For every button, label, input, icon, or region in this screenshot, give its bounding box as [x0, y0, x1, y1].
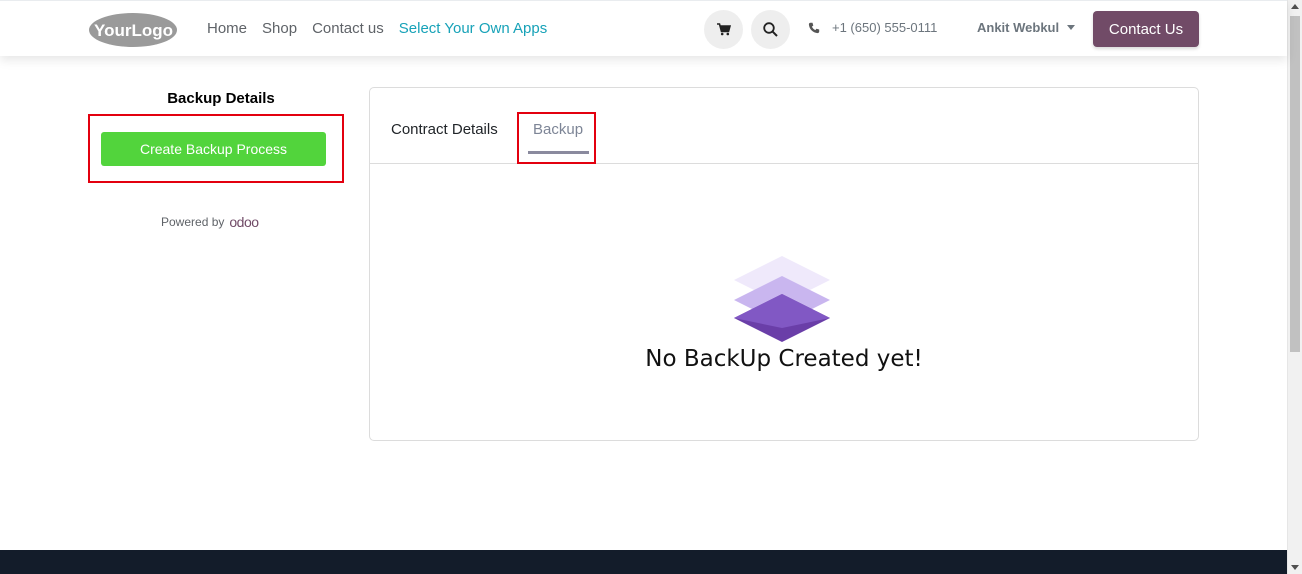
site-header: YourLogo Home Shop Contact us Select You… — [0, 0, 1287, 56]
tab-contract-details[interactable]: Contract Details — [391, 121, 498, 138]
powered-by-label: Powered by — [161, 215, 225, 229]
scrollbar-thumb[interactable] — [1290, 16, 1300, 352]
highlight-box-backup-tab — [517, 112, 596, 164]
user-menu[interactable]: Ankit Webkul — [977, 20, 1076, 35]
nav-select-apps[interactable]: Select Your Own Apps — [399, 19, 547, 39]
nav-contact-us[interactable]: Contact us — [312, 19, 384, 39]
user-name: Ankit Webkul — [977, 20, 1060, 35]
create-backup-button[interactable]: Create Backup Process — [101, 132, 326, 166]
scroll-up-icon[interactable] — [1291, 4, 1299, 9]
nav-home[interactable]: Home — [207, 19, 247, 39]
footer-bar — [0, 550, 1287, 574]
svg-text:YourLogo: YourLogo — [94, 21, 173, 40]
powered-by: Powered by odoo — [161, 214, 259, 230]
phone-icon — [808, 22, 820, 34]
cart-button[interactable] — [704, 10, 743, 49]
vertical-scrollbar[interactable] — [1287, 0, 1302, 574]
logo[interactable]: YourLogo — [88, 12, 178, 48]
main-nav: Home Shop Contact us Select Your Own App… — [207, 19, 562, 39]
tab-bar: Contract Details Backup — [370, 88, 1198, 164]
contact-us-button[interactable]: Contact Us — [1093, 11, 1199, 47]
chevron-down-icon — [1067, 25, 1076, 30]
phone-contact[interactable]: +1 (650) 555-0111 — [808, 20, 937, 35]
search-icon — [763, 22, 778, 37]
sidebar-title: Backup Details — [167, 90, 275, 107]
scroll-down-icon[interactable] — [1291, 565, 1299, 570]
empty-state-message: No BackUp Created yet! — [645, 346, 923, 372]
cart-icon — [716, 23, 731, 36]
phone-number: +1 (650) 555-0111 — [832, 20, 938, 35]
search-button[interactable] — [751, 10, 790, 49]
odoo-logo[interactable]: odoo — [229, 214, 259, 230]
logo-icon: YourLogo — [89, 13, 177, 47]
stacked-layers-icon — [732, 256, 832, 344]
nav-shop[interactable]: Shop — [262, 19, 297, 39]
